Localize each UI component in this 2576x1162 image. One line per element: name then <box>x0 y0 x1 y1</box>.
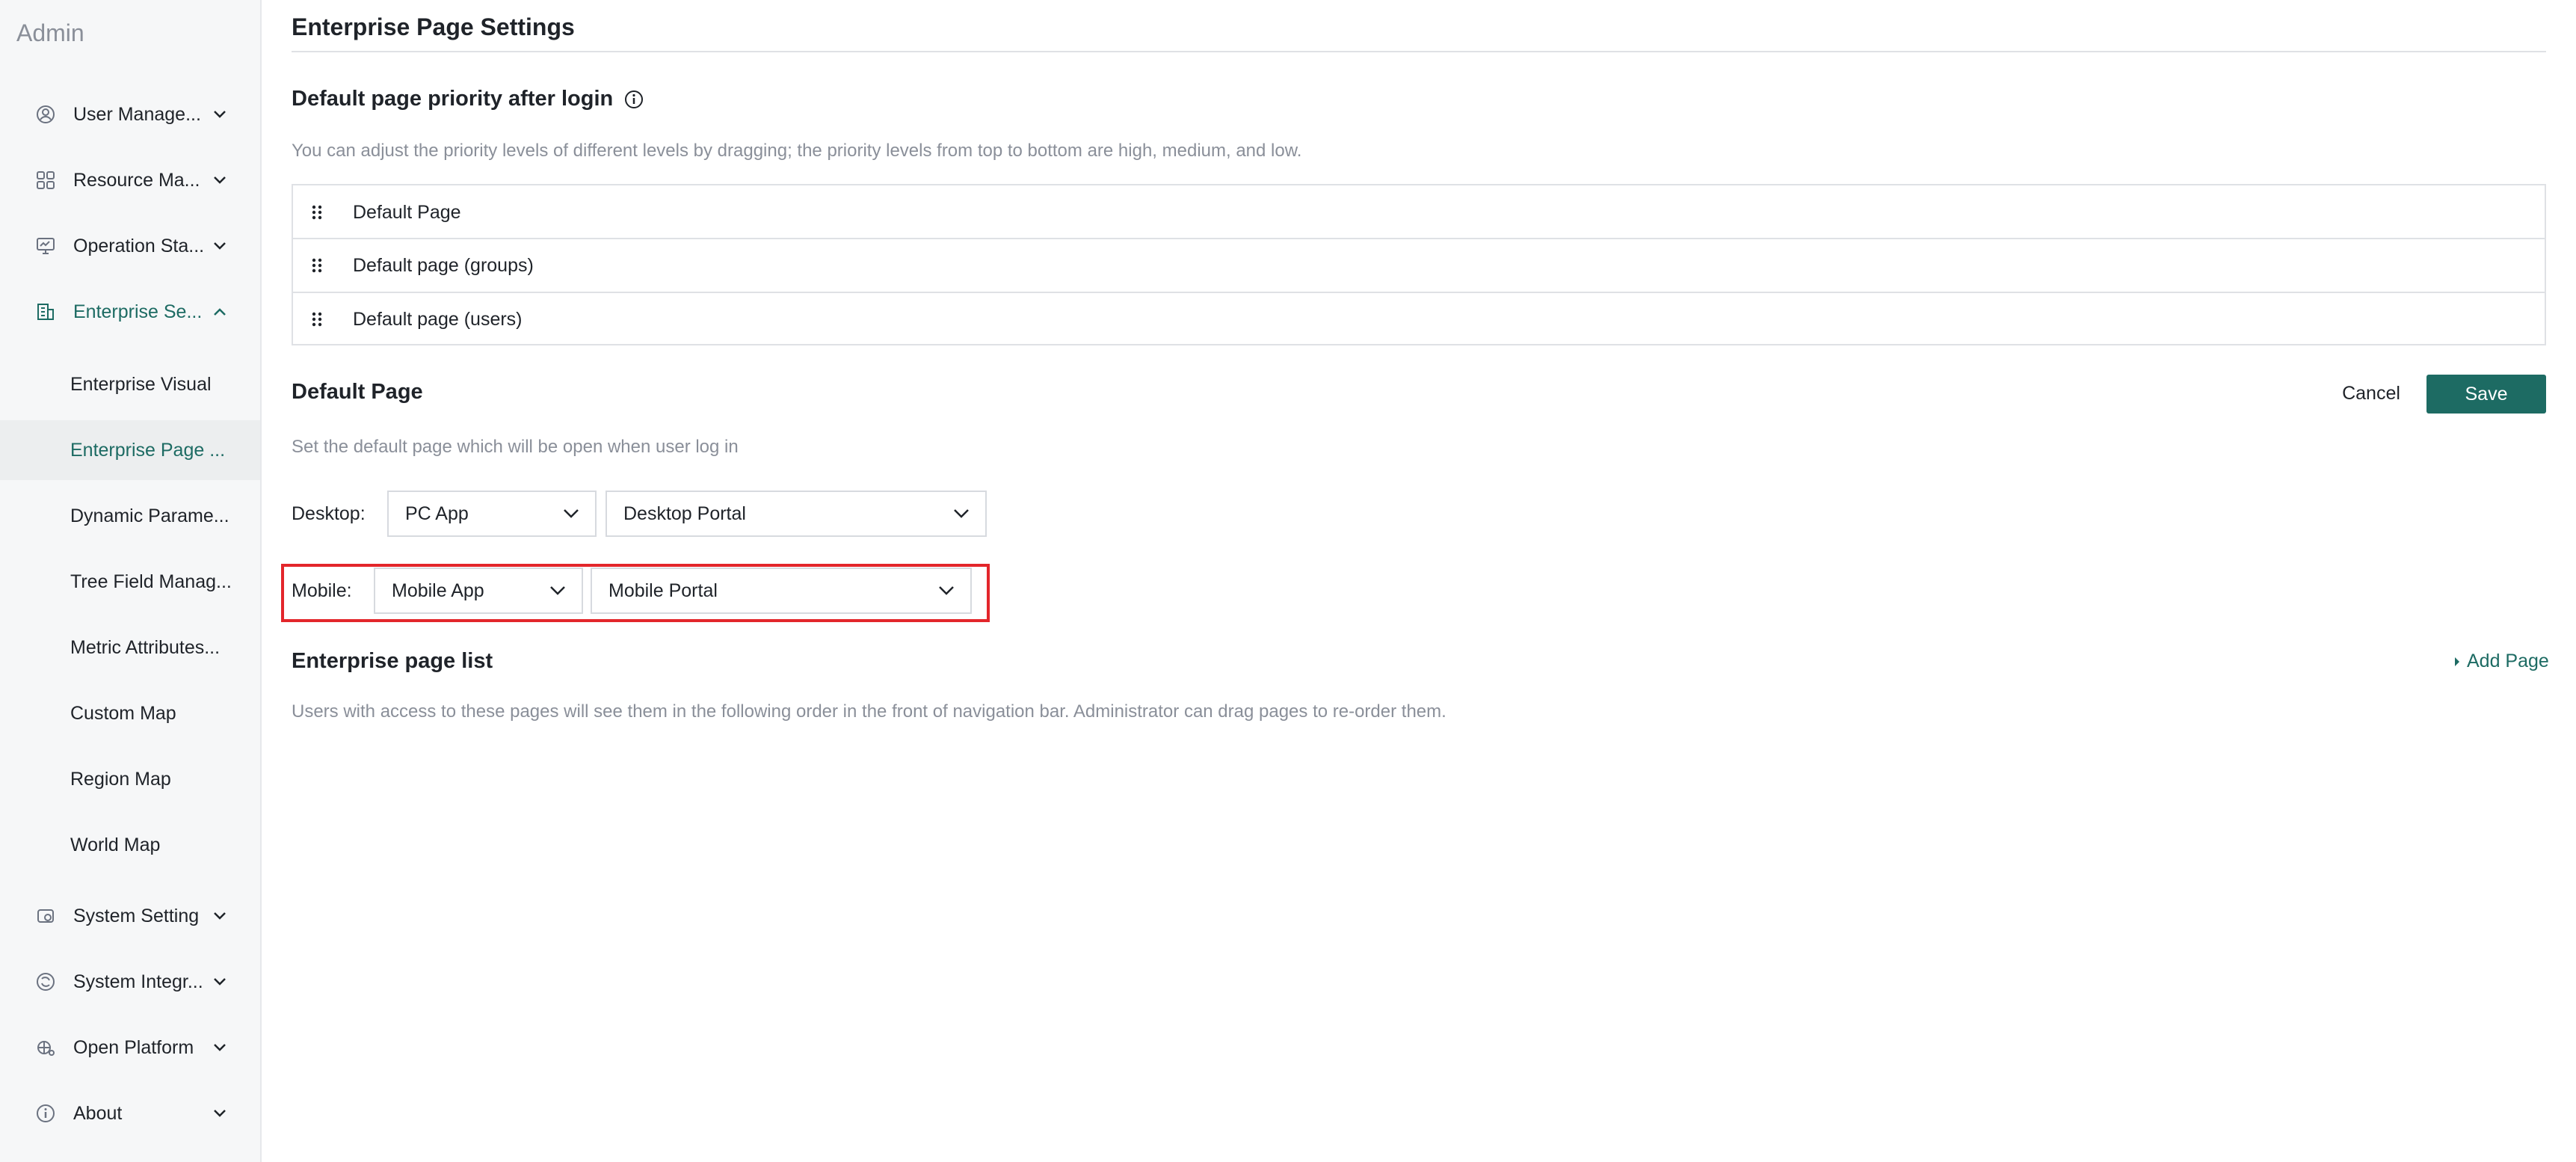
save-button[interactable]: Save <box>2426 375 2546 414</box>
sidebar-subitem-enterprise-visual[interactable]: Enterprise Visual <box>0 354 260 414</box>
priority-row-label: Default page (groups) <box>353 254 534 276</box>
sidebar-item-label: Open Platform <box>73 1036 194 1058</box>
building-icon <box>34 301 57 323</box>
chevron-down-icon <box>561 503 582 524</box>
desktop-label: Desktop: <box>292 503 366 524</box>
integration-icon <box>34 971 57 993</box>
add-page-label: Add Page <box>2467 651 2549 671</box>
sidebar: Admin User Manage... Resource Ma... Oper… <box>0 0 262 1162</box>
sidebar-item-enterprise-settings[interactable]: Enterprise Se... <box>0 286 260 338</box>
sidebar-subitem-label: World Map <box>70 834 161 855</box>
select-value: Desktop Portal <box>623 502 746 524</box>
mobile-app-select[interactable]: Mobile App <box>374 568 583 614</box>
sidebar-item-label: About <box>73 1102 123 1124</box>
priority-section-title: Default page priority after login <box>292 87 614 111</box>
drag-handle-icon[interactable] <box>309 256 324 274</box>
info-icon <box>34 1102 57 1125</box>
chevron-down-icon <box>951 503 972 524</box>
priority-row[interactable]: Default Page <box>293 185 2545 239</box>
chevron-down-icon <box>547 580 568 601</box>
select-value: Mobile Portal <box>608 580 718 601</box>
chevron-up-icon <box>211 303 229 321</box>
default-page-description: Set the default page which will be open … <box>292 437 739 457</box>
sidebar-subitem-custom-map[interactable]: Custom Map <box>0 683 260 743</box>
select-value: PC App <box>405 502 469 524</box>
chevron-down-icon <box>936 580 957 601</box>
priority-row-label: Default page (users) <box>353 308 523 330</box>
grid-icon <box>34 169 57 191</box>
sidebar-item-operation-statistics[interactable]: Operation Sta... <box>0 220 260 272</box>
sidebar-item-label: System Setting <box>73 905 200 926</box>
sidebar-subitem-tree-field-management[interactable]: Tree Field Manag... <box>0 552 260 612</box>
add-page-link[interactable]: Add Page <box>2453 651 2549 672</box>
chevron-down-icon <box>211 237 229 255</box>
priority-row[interactable]: Default page (groups) <box>293 238 2545 292</box>
sidebar-subitem-metric-attributes[interactable]: Metric Attributes... <box>0 618 260 677</box>
info-icon[interactable] <box>623 89 644 110</box>
desktop-portal-select[interactable]: Desktop Portal <box>606 491 987 537</box>
sidebar-item-system-integration[interactable]: System Integr... <box>0 956 260 1008</box>
drag-handle-icon[interactable] <box>309 310 324 328</box>
sidebar-item-open-platform[interactable]: Open Platform <box>0 1021 260 1074</box>
priority-description: You can adjust the priority levels of di… <box>292 141 1302 161</box>
sidebar-item-resource-management[interactable]: Resource Ma... <box>0 154 260 206</box>
desktop-app-select[interactable]: PC App <box>387 491 597 537</box>
sidebar-item-about[interactable]: About <box>0 1087 260 1140</box>
chevron-down-icon <box>211 1104 229 1122</box>
sidebar-subitem-region-map[interactable]: Region Map <box>0 749 260 809</box>
priority-list: Default Page Default page (groups) Defau… <box>292 184 2546 345</box>
settings-icon <box>34 905 57 927</box>
sidebar-subitem-world-map[interactable]: World Map <box>0 815 260 875</box>
cancel-button[interactable]: Cancel <box>2326 374 2416 413</box>
chevron-down-icon <box>211 1039 229 1057</box>
sidebar-item-label: Enterprise Se... <box>73 301 203 322</box>
chevron-down-icon <box>211 171 229 189</box>
mobile-portal-select[interactable]: Mobile Portal <box>591 568 972 614</box>
priority-row-label: Default Page <box>353 201 461 223</box>
title-divider <box>292 51 2546 52</box>
page-list-description: Users with access to these pages will se… <box>292 701 1446 722</box>
drag-handle-icon[interactable] <box>309 203 324 221</box>
sidebar-item-label: Resource Ma... <box>73 169 200 191</box>
priority-row[interactable]: Default page (users) <box>293 292 2545 345</box>
page-title: Enterprise Page Settings <box>292 13 575 40</box>
platform-icon <box>34 1036 57 1059</box>
main-content: Enterprise Page Settings Default page pr… <box>281 0 2549 1162</box>
user-icon <box>34 103 57 126</box>
sidebar-subitem-dynamic-parameters[interactable]: Dynamic Parame... <box>0 486 260 546</box>
chevron-down-icon <box>211 907 229 925</box>
page-list-title: Enterprise page list <box>292 649 493 673</box>
select-value: Mobile App <box>392 580 484 601</box>
sidebar-subitem-label: Region Map <box>70 768 171 790</box>
sidebar-item-label: System Integr... <box>73 971 203 992</box>
caret-right-icon <box>2455 657 2459 666</box>
sidebar-subitem-label: Dynamic Parame... <box>70 505 229 526</box>
sidebar-item-user-management[interactable]: User Manage... <box>0 88 260 141</box>
default-page-title: Default Page <box>292 380 423 404</box>
chevron-down-icon <box>211 105 229 123</box>
sidebar-item-system-setting[interactable]: System Setting <box>0 890 260 942</box>
sidebar-item-label: User Manage... <box>73 103 201 125</box>
brand-title: Admin <box>16 19 84 46</box>
chevron-down-icon <box>211 973 229 991</box>
mobile-label: Mobile: <box>292 580 352 601</box>
sidebar-subitem-enterprise-page-settings[interactable]: Enterprise Page ... <box>0 420 260 480</box>
priority-section-header: Default page priority after login <box>292 87 644 111</box>
sidebar-subitem-label: Tree Field Manag... <box>70 571 232 592</box>
sidebar-item-label: Operation Sta... <box>73 235 205 256</box>
sidebar-subitem-label: Enterprise Page ... <box>70 439 226 461</box>
sidebar-subitem-label: Enterprise Visual <box>70 373 212 395</box>
sidebar-subitem-label: Metric Attributes... <box>70 636 221 658</box>
monitor-icon <box>34 235 57 257</box>
sidebar-subitem-label: Custom Map <box>70 702 176 724</box>
